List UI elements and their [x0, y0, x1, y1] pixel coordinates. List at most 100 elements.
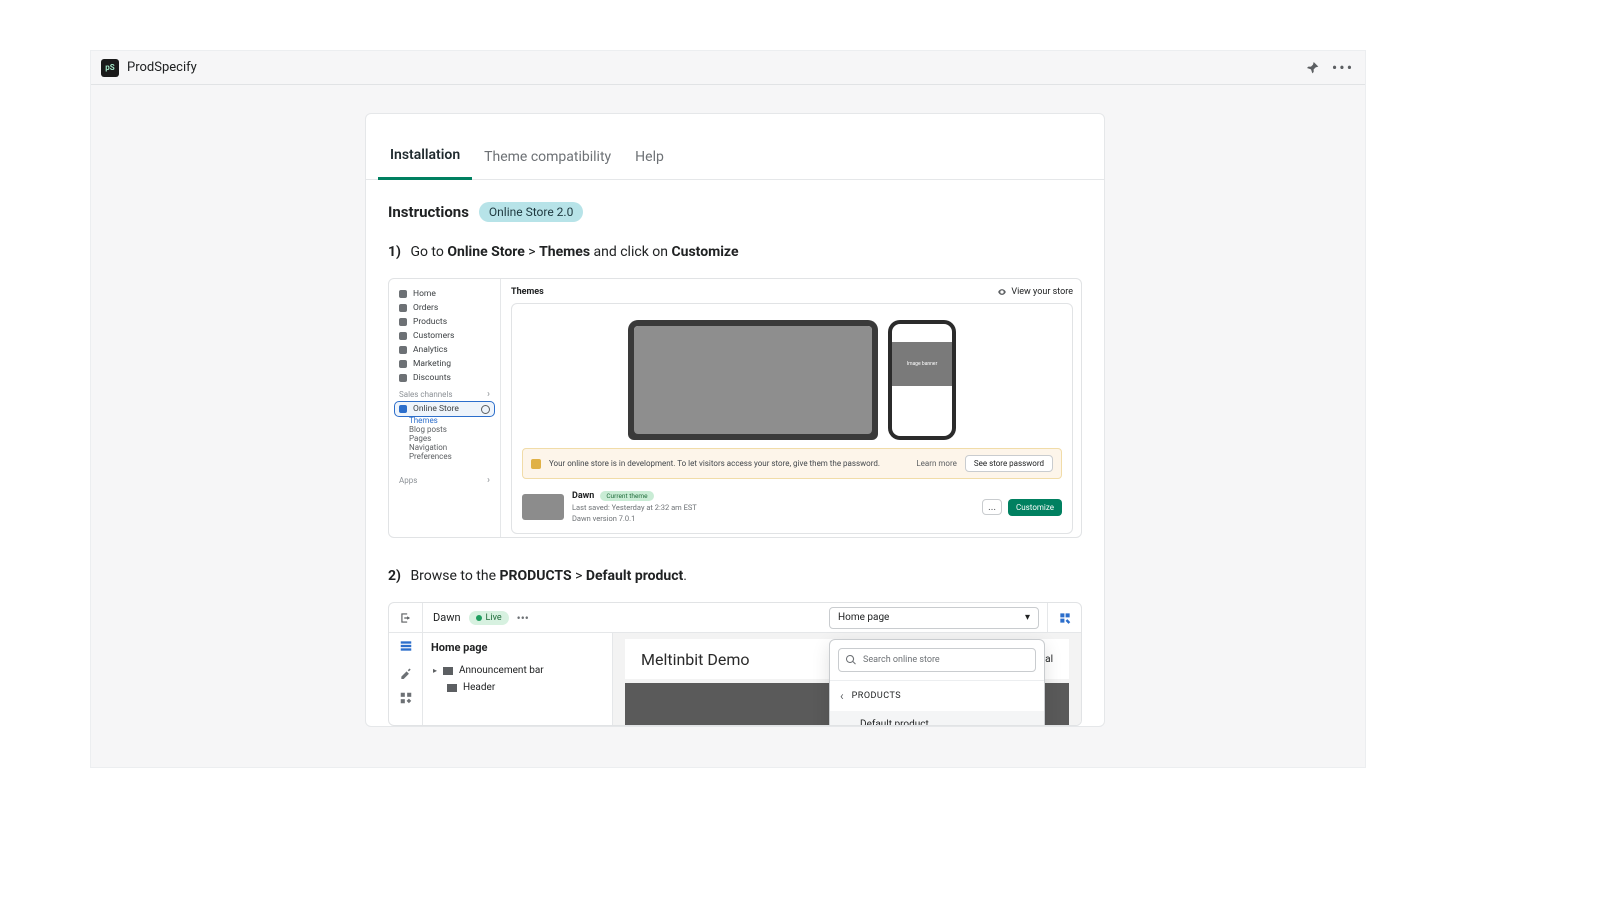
sidebar-home-label: Home	[413, 289, 436, 299]
step-2-number: 2)	[388, 568, 401, 584]
exit-editor-button[interactable]	[389, 603, 423, 632]
sub-themes[interactable]: Themes	[409, 416, 494, 425]
tab-installation[interactable]: Installation	[378, 131, 472, 180]
tab-theme-compatibility[interactable]: Theme compatibility	[472, 133, 623, 179]
admin-sidebar: Home Orders Products Customers Analytics…	[389, 279, 501, 537]
sections-icon[interactable]	[399, 639, 413, 653]
app-frame: pS ProdSpecify ••• Installation Theme co…	[90, 50, 1366, 768]
popover-default-product[interactable]: Default product Assigned to 2 products	[830, 711, 1044, 726]
sub-preferences[interactable]: Preferences	[409, 452, 494, 461]
tree-heading: Home page	[431, 641, 604, 654]
step-1: 1) Go to Online Store > Themes and click…	[388, 244, 1082, 260]
view-store-label: View your store	[1011, 287, 1073, 297]
theme-version: Dawn version 7.0.1	[572, 514, 697, 523]
sidebar-products[interactable]: Products	[395, 315, 494, 329]
popover-products-row[interactable]: ‹ PRODUCTS	[830, 680, 1044, 711]
tab-help[interactable]: Help	[623, 133, 676, 179]
theme-preview-card: Image banner Your online store is in dev…	[511, 303, 1073, 534]
phone-preview: Image banner	[888, 320, 956, 440]
sidebar-online-store[interactable]: Online Store	[395, 402, 494, 416]
step-1-online-store: Online Store	[447, 244, 524, 260]
more-icon[interactable]: •••	[1331, 56, 1355, 80]
current-theme-badge: Current theme	[600, 491, 653, 501]
editor-theme-name: Dawn	[433, 611, 461, 624]
page-selector[interactable]: Home page ▾	[829, 607, 1039, 629]
screenshot-1: Home Orders Products Customers Analytics…	[388, 278, 1082, 538]
tree-header-label: Header	[463, 682, 495, 693]
chevron-left-icon: ‹	[840, 689, 844, 703]
laptop-preview	[628, 320, 878, 440]
sub-blog-posts[interactable]: Blog posts	[409, 425, 494, 434]
sidebar-analytics-label: Analytics	[413, 345, 448, 355]
customize-button[interactable]: Customize	[1008, 499, 1062, 516]
tree-announcement-label: Announcement bar	[459, 665, 544, 676]
theme-thumbnail	[522, 494, 564, 520]
step-2-sep: >	[575, 568, 586, 584]
editor-theme-info: Dawn Live •••	[423, 611, 539, 625]
main-card: Installation Theme compatibility Help In…	[365, 113, 1105, 727]
instructions-section: Instructions Online Store 2.0 1) Go to O…	[366, 180, 1104, 726]
popover-products-label: PRODUCTS	[852, 691, 902, 701]
sidebar-home[interactable]: Home	[395, 287, 494, 301]
theme-last-saved: Last saved: Yesterday at 2:32 am EST	[572, 503, 697, 512]
brand-badge: pS	[101, 59, 119, 77]
theme-actions-menu[interactable]: ...	[982, 499, 1002, 515]
products-icon	[399, 318, 407, 326]
pin-icon[interactable]	[1301, 56, 1325, 80]
analytics-icon	[399, 346, 407, 354]
step-1-sep: >	[528, 244, 539, 260]
sections-tree: Home page ▸ Announcement bar Header	[423, 633, 613, 725]
step-2-dot: .	[683, 568, 687, 584]
learn-more-link[interactable]: Learn more	[916, 459, 956, 468]
theme-row: Dawn Current theme Last saved: Yesterday…	[522, 487, 1062, 523]
eye-icon	[997, 287, 1007, 297]
theme-settings-icon[interactable]	[399, 665, 413, 679]
sidebar-customers[interactable]: Customers	[395, 329, 494, 343]
chevron-right-icon[interactable]: ›	[487, 389, 490, 400]
sidebar-customers-label: Customers	[413, 331, 454, 341]
view-store-link[interactable]: View your store	[997, 287, 1073, 297]
template-search-placeholder: Search online store	[863, 655, 940, 665]
apps-label: Apps›	[395, 471, 494, 488]
discounts-icon	[399, 374, 407, 382]
step-2-default-product: Default product	[586, 568, 683, 584]
template-search-input[interactable]: Search online store	[838, 648, 1036, 672]
section-icon	[443, 667, 453, 675]
chevron-down-icon: ▾	[1025, 612, 1030, 623]
sidebar-analytics[interactable]: Analytics	[395, 343, 494, 357]
online-store-icon	[399, 405, 407, 413]
sidebar-marketing[interactable]: Marketing	[395, 357, 494, 371]
editor-more-icon[interactable]: •••	[517, 611, 529, 625]
theme-name: Dawn	[572, 491, 594, 501]
sales-channels-label: Sales channels›	[395, 385, 494, 402]
step-1-mid: and click on	[594, 244, 672, 260]
sub-navigation[interactable]: Navigation	[409, 443, 494, 452]
tree-announcement-bar[interactable]: ▸ Announcement bar	[431, 662, 604, 679]
editor-topbar: Dawn Live ••• Home page ▾	[389, 603, 1081, 633]
inspector-icon	[1058, 611, 1072, 625]
chevron-right-icon[interactable]: ›	[487, 475, 490, 486]
triangle-icon: ▸	[433, 666, 437, 675]
see-store-password-button[interactable]: See store password	[965, 455, 1053, 472]
eye-icon[interactable]	[481, 405, 490, 414]
sidebar-orders[interactable]: Orders	[395, 301, 494, 315]
step-1-number: 1)	[388, 244, 401, 260]
customers-icon	[399, 332, 407, 340]
home-icon	[399, 290, 407, 298]
tree-header[interactable]: Header	[431, 679, 604, 696]
lock-icon	[531, 459, 541, 469]
step-1-themes: Themes	[539, 244, 590, 260]
step-1-prefix: Go to	[410, 244, 447, 260]
default-product-name: Default product	[860, 719, 947, 726]
dev-banner: Your online store is in development. To …	[522, 448, 1062, 479]
apps-icon[interactable]	[399, 691, 413, 705]
sidebar-online-store-label: Online Store	[413, 404, 459, 414]
themes-panel: Themes View your store	[501, 279, 1081, 537]
exit-icon	[399, 611, 413, 625]
themes-heading: Themes	[511, 287, 544, 297]
sub-pages[interactable]: Pages	[409, 434, 494, 443]
sidebar-discounts[interactable]: Discounts	[395, 371, 494, 385]
sidebar-sub: Themes Blog posts Pages Navigation Prefe…	[395, 416, 494, 461]
instructions-title: Instructions	[388, 203, 469, 221]
inspector-toggle[interactable]	[1047, 603, 1081, 632]
